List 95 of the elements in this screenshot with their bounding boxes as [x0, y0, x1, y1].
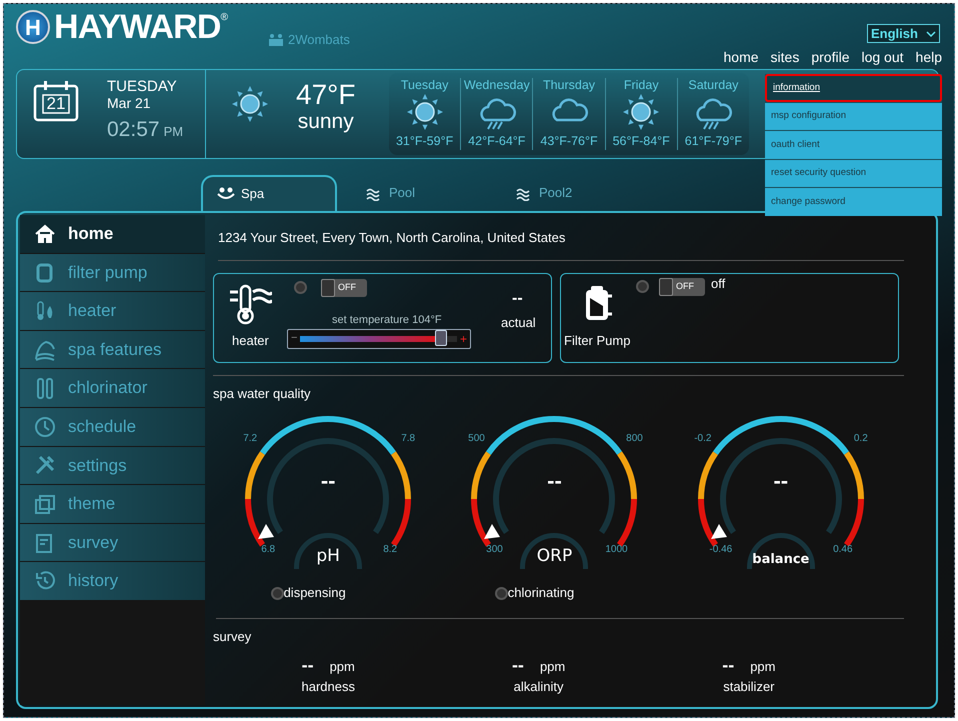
forecast-day: Tuesday: [400, 78, 448, 92]
survey-label: stabilizer: [723, 678, 774, 696]
clock-ampm: PM: [164, 123, 184, 141]
nav-link[interactable]: home: [724, 47, 759, 68]
gauge-name: pH: [294, 533, 362, 569]
menu-item[interactable]: information: [765, 74, 942, 102]
forecast-day: Friday: [624, 78, 659, 92]
section-title: spa water quality: [213, 384, 312, 403]
tab[interactable]: Spa: [201, 175, 337, 211]
gauge-max-label: 0.46: [832, 543, 854, 557]
tools-icon: [34, 454, 56, 476]
forecast-day: Wednesday: [464, 78, 530, 92]
indicator-label: chlorinating: [508, 584, 574, 602]
date-text: Mar 21: [107, 95, 152, 112]
registered-mark: ®: [220, 11, 228, 25]
sidebar-item[interactable]: schedule: [20, 408, 205, 446]
temperature-slider[interactable]: − +: [287, 328, 471, 348]
survey-unit: ppm: [540, 658, 566, 676]
gauge-min-label: 6.8: [260, 543, 276, 557]
nav-link[interactable]: sites: [770, 47, 800, 68]
sun-icon: [621, 92, 662, 132]
menu-item[interactable]: change password: [765, 188, 942, 216]
history-icon: [34, 570, 56, 592]
forecast-range: 42°F-64°F: [468, 134, 526, 148]
survey-label: hardness: [301, 678, 355, 696]
brand-name: HAYWARD: [54, 10, 221, 44]
gauge-low-label: 500: [467, 432, 486, 446]
menu-item[interactable]: msp configuration: [765, 102, 942, 130]
survey-label: alkalinity: [514, 678, 564, 696]
chevron-down-icon: [926, 30, 936, 36]
gauge-min-label: -0.46: [708, 543, 734, 557]
toggle-switch[interactable]: OFF: [321, 278, 367, 296]
indicator-label: dispensing: [284, 584, 346, 602]
test-tubes-icon: [34, 377, 56, 400]
sun-icon: [230, 84, 270, 124]
sidebar-item[interactable]: theme: [20, 485, 205, 523]
survey-value: --: [722, 654, 734, 674]
nav-link[interactable]: help: [916, 47, 942, 68]
forecast-day: Thursday: [542, 78, 596, 92]
toggle-switch[interactable]: OFF: [659, 278, 705, 296]
forecast-range: 61°F-79°F: [684, 134, 742, 148]
clock-time: 02:57: [107, 117, 160, 143]
sidebar-item[interactable]: settings: [20, 446, 205, 484]
gauge-value: --: [772, 467, 790, 495]
home-icon: [34, 222, 56, 245]
sun-icon: [404, 92, 445, 132]
forecast-range: 31°F-59°F: [396, 134, 454, 148]
gauge-low-label: -0.2: [693, 432, 712, 446]
survey-value: --: [512, 654, 524, 674]
gauge-name: balance: [746, 533, 815, 569]
section-title: survey: [213, 628, 252, 646]
sidebar-item[interactable]: home: [20, 215, 205, 253]
filter-pump-label: Filter Pump: [564, 332, 630, 350]
language-select[interactable]: English: [867, 24, 940, 43]
survey-value: --: [302, 654, 314, 674]
temperature: 47°F: [296, 80, 356, 110]
gauge-high-label: 7.8: [400, 432, 416, 446]
sidebar-item[interactable]: history: [20, 562, 205, 600]
heater-label: heater: [232, 332, 269, 350]
actual-label: actual: [501, 314, 536, 332]
sidebar-item[interactable]: spa features: [20, 330, 205, 368]
gauge-low-label: 7.2: [242, 432, 258, 446]
weekday: TUESDAY: [107, 78, 178, 95]
tab[interactable]: Pool2: [501, 175, 637, 211]
setpoint-text: set temperature 104°F: [332, 312, 442, 328]
gauge-name: ORP: [520, 533, 588, 569]
address-text: 1234 Your Street, Every Town, North Carolina, United States: [217, 229, 566, 247]
forecast-day: Saturday: [688, 78, 738, 92]
pump-status: off: [711, 274, 726, 293]
gauge-max-label: 8.2: [382, 543, 398, 557]
survey-unit: ppm: [330, 658, 355, 676]
sidebar-item[interactable]: filter pump: [20, 254, 205, 292]
sidebar-item[interactable]: chlorinator: [20, 369, 205, 407]
sidebar-item[interactable]: heater: [20, 292, 205, 330]
clock-icon: [34, 416, 56, 438]
gauge-high-label: 800: [625, 432, 644, 446]
sidebar-item[interactable]: survey: [20, 524, 205, 562]
gauge-max-label: 1000: [604, 543, 629, 557]
gauge-value: --: [320, 467, 336, 495]
tab[interactable]: Pool: [351, 175, 487, 211]
windows-icon: [34, 492, 56, 515]
gauge-value: --: [546, 467, 563, 495]
gauge-high-label: 0.2: [852, 432, 869, 446]
nav-link[interactable]: profile: [811, 47, 850, 68]
site-name: 2Wombats: [288, 31, 350, 49]
logo-badge: H: [16, 10, 50, 44]
survey-unit: ppm: [750, 658, 776, 676]
weather-condition: sunny: [298, 110, 354, 134]
actual-value: --: [512, 290, 523, 306]
forecast-range: 43°F-76°F: [540, 134, 598, 148]
gauge-min-label: 300: [485, 543, 504, 557]
nav-link[interactable]: log out: [861, 47, 904, 68]
forecast-range: 56°F-84°F: [612, 134, 670, 148]
menu-item[interactable]: oauth client: [765, 131, 942, 158]
menu-item[interactable]: reset security question: [765, 160, 942, 187]
